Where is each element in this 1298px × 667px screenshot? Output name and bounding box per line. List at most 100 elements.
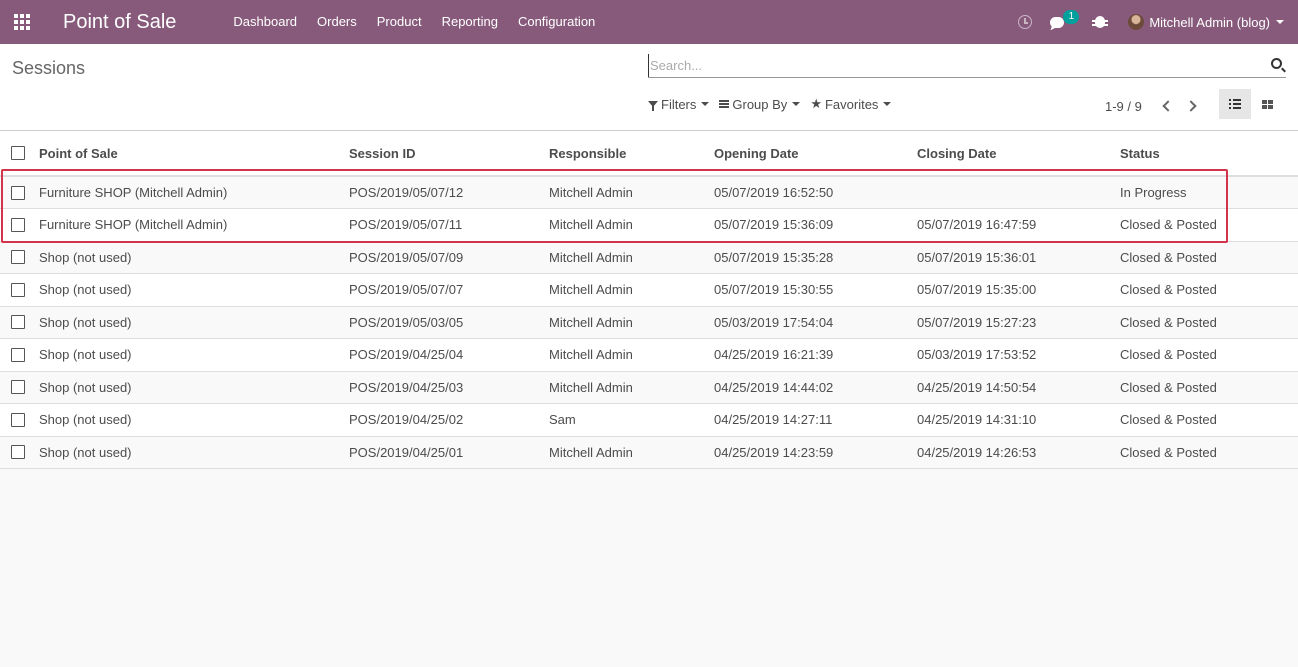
view-switcher xyxy=(1219,89,1283,119)
cell-responsible: Sam xyxy=(549,403,714,436)
cell-point-of-sale: Shop (not used) xyxy=(39,273,349,306)
debug-button[interactable] xyxy=(1086,0,1119,44)
pager-next-button[interactable] xyxy=(1180,96,1206,116)
sessions-table: Point of Sale Session ID Responsible Ope… xyxy=(0,131,1298,469)
cell-session-id: POS/2019/05/07/11 xyxy=(349,208,549,241)
cell-point-of-sale: Shop (not used) xyxy=(39,338,349,371)
table-row[interactable]: Furniture SHOP (Mitchell Admin) POS/2019… xyxy=(0,175,1298,209)
activity-button[interactable] xyxy=(1009,0,1041,44)
breadcrumb: Sessions xyxy=(12,58,86,78)
table-header-row: Point of Sale Session ID Responsible Ope… xyxy=(0,131,1298,177)
pager: 1-9 / 9 xyxy=(1105,96,1206,116)
row-checkbox[interactable] xyxy=(11,412,25,427)
menu-item-configuration[interactable]: Configuration xyxy=(508,0,605,44)
search-box xyxy=(648,54,1286,78)
table-row[interactable]: Shop (not used) POS/2019/04/25/03 Mitche… xyxy=(0,370,1298,404)
cell-point-of-sale: Shop (not used) xyxy=(39,403,349,436)
pager-previous-button[interactable] xyxy=(1154,96,1180,116)
user-menu[interactable]: Mitchell Admin (blog) xyxy=(1119,0,1298,44)
systray: 1 Mitchell Admin (blog) xyxy=(1009,0,1298,44)
menu-item-reporting[interactable]: Reporting xyxy=(432,0,508,44)
main-menu: Dashboard Orders Product Reporting Confi… xyxy=(223,0,605,44)
cell-point-of-sale: Shop (not used) xyxy=(39,370,349,404)
cell-status: Closed & Posted xyxy=(1120,273,1298,306)
cell-point-of-sale: Shop (not used) xyxy=(39,240,349,274)
favorites-label: Favorites xyxy=(824,96,879,112)
row-checkbox[interactable] xyxy=(11,217,25,232)
cell-closing-date: 04/25/2019 14:50:54 xyxy=(917,370,1120,404)
chevron-down-icon xyxy=(701,102,710,106)
filters-button[interactable]: Filters xyxy=(648,96,710,112)
row-checkbox[interactable] xyxy=(11,445,25,460)
column-header-opening-date[interactable]: Opening Date xyxy=(714,131,917,177)
row-checkbox[interactable] xyxy=(11,347,25,362)
cell-opening-date: 04/25/2019 14:44:02 xyxy=(714,370,917,404)
kanban-icon xyxy=(1261,99,1273,109)
column-header-responsible[interactable]: Responsible xyxy=(549,131,714,177)
apps-menu-button[interactable] xyxy=(0,0,44,44)
favorites-button[interactable]: ★ Favorites xyxy=(810,96,892,112)
cell-status: Closed & Posted xyxy=(1120,403,1298,436)
cell-closing-date xyxy=(917,175,1120,209)
row-checkbox[interactable] xyxy=(11,282,25,297)
row-checkbox[interactable] xyxy=(11,315,25,330)
row-checkbox[interactable] xyxy=(11,250,25,265)
cell-status: Closed & Posted xyxy=(1120,435,1298,469)
cell-closing-date: 05/03/2019 17:53:52 xyxy=(917,338,1120,371)
table-row[interactable]: Furniture SHOP (Mitchell Admin) POS/2019… xyxy=(0,208,1298,241)
search-input[interactable] xyxy=(648,54,1258,77)
table-row[interactable]: Shop (not used) POS/2019/05/07/09 Mitche… xyxy=(0,240,1298,274)
menu-item-product[interactable]: Product xyxy=(367,0,432,44)
list-view-button[interactable] xyxy=(1219,89,1251,119)
chevron-down-icon xyxy=(792,102,801,106)
cell-session-id: POS/2019/05/07/09 xyxy=(349,240,549,274)
row-checkbox[interactable] xyxy=(11,185,25,200)
cell-session-id: POS/2019/05/03/05 xyxy=(349,305,549,339)
menu-item-orders[interactable]: Orders xyxy=(307,0,367,44)
top-navbar: Point of Sale Dashboard Orders Product R… xyxy=(0,0,1298,44)
column-header-closing-date[interactable]: Closing Date xyxy=(917,131,1120,177)
menu-item-dashboard[interactable]: Dashboard xyxy=(223,0,307,44)
search-icon[interactable] xyxy=(1271,58,1282,69)
row-checkbox[interactable] xyxy=(11,380,25,395)
bug-icon xyxy=(1092,16,1109,28)
table-row[interactable]: Shop (not used) POS/2019/04/25/04 Mitche… xyxy=(0,338,1298,371)
chevron-left-icon xyxy=(1162,100,1175,112)
cell-status: Closed & Posted xyxy=(1120,240,1298,274)
cell-responsible: Mitchell Admin xyxy=(549,240,714,274)
cell-closing-date: 05/07/2019 15:36:01 xyxy=(917,240,1120,274)
user-name: Mitchell Admin (blog) xyxy=(1149,14,1270,30)
cell-session-id: POS/2019/04/25/04 xyxy=(349,338,549,371)
groupby-label: Group By xyxy=(732,96,788,112)
filters-label: Filters xyxy=(661,96,697,112)
cell-point-of-sale: Shop (not used) xyxy=(39,435,349,469)
apps-grid-icon xyxy=(14,14,30,30)
cell-opening-date: 05/07/2019 15:36:09 xyxy=(714,208,917,241)
table-row[interactable]: Shop (not used) POS/2019/04/25/01 Mitche… xyxy=(0,435,1298,469)
messaging-button[interactable]: 1 xyxy=(1041,0,1086,44)
table-row[interactable]: Shop (not used) POS/2019/04/25/02 Sam 04… xyxy=(0,403,1298,436)
cell-point-of-sale: Shop (not used) xyxy=(39,305,349,339)
table-row[interactable]: Shop (not used) POS/2019/05/07/07 Mitche… xyxy=(0,273,1298,306)
column-header-status[interactable]: Status xyxy=(1120,131,1298,177)
cell-status: Closed & Posted xyxy=(1120,370,1298,404)
cell-status: Closed & Posted xyxy=(1120,338,1298,371)
cell-status: Closed & Posted xyxy=(1120,208,1298,241)
table-body: Furniture SHOP (Mitchell Admin) POS/2019… xyxy=(0,175,1298,469)
select-all-checkbox[interactable] xyxy=(11,146,25,160)
cell-closing-date: 05/07/2019 15:35:00 xyxy=(917,273,1120,306)
chevron-down-icon xyxy=(883,102,892,106)
kanban-view-button[interactable] xyxy=(1251,89,1283,119)
cell-session-id: POS/2019/05/07/12 xyxy=(349,175,549,209)
app-title: Point of Sale xyxy=(63,10,177,33)
chat-icon xyxy=(1050,16,1065,28)
column-header-session-id[interactable]: Session ID xyxy=(349,131,549,177)
column-header-point-of-sale[interactable]: Point of Sale xyxy=(39,131,349,177)
pager-value[interactable]: 1-9 / 9 xyxy=(1105,99,1142,114)
groupby-button[interactable]: Group By xyxy=(719,96,801,112)
cell-point-of-sale: Furniture SHOP (Mitchell Admin) xyxy=(39,208,349,241)
table-row[interactable]: Shop (not used) POS/2019/05/03/05 Mitche… xyxy=(0,305,1298,339)
cell-session-id: POS/2019/04/25/03 xyxy=(349,370,549,404)
cell-responsible: Mitchell Admin xyxy=(549,435,714,469)
cell-responsible: Mitchell Admin xyxy=(549,208,714,241)
